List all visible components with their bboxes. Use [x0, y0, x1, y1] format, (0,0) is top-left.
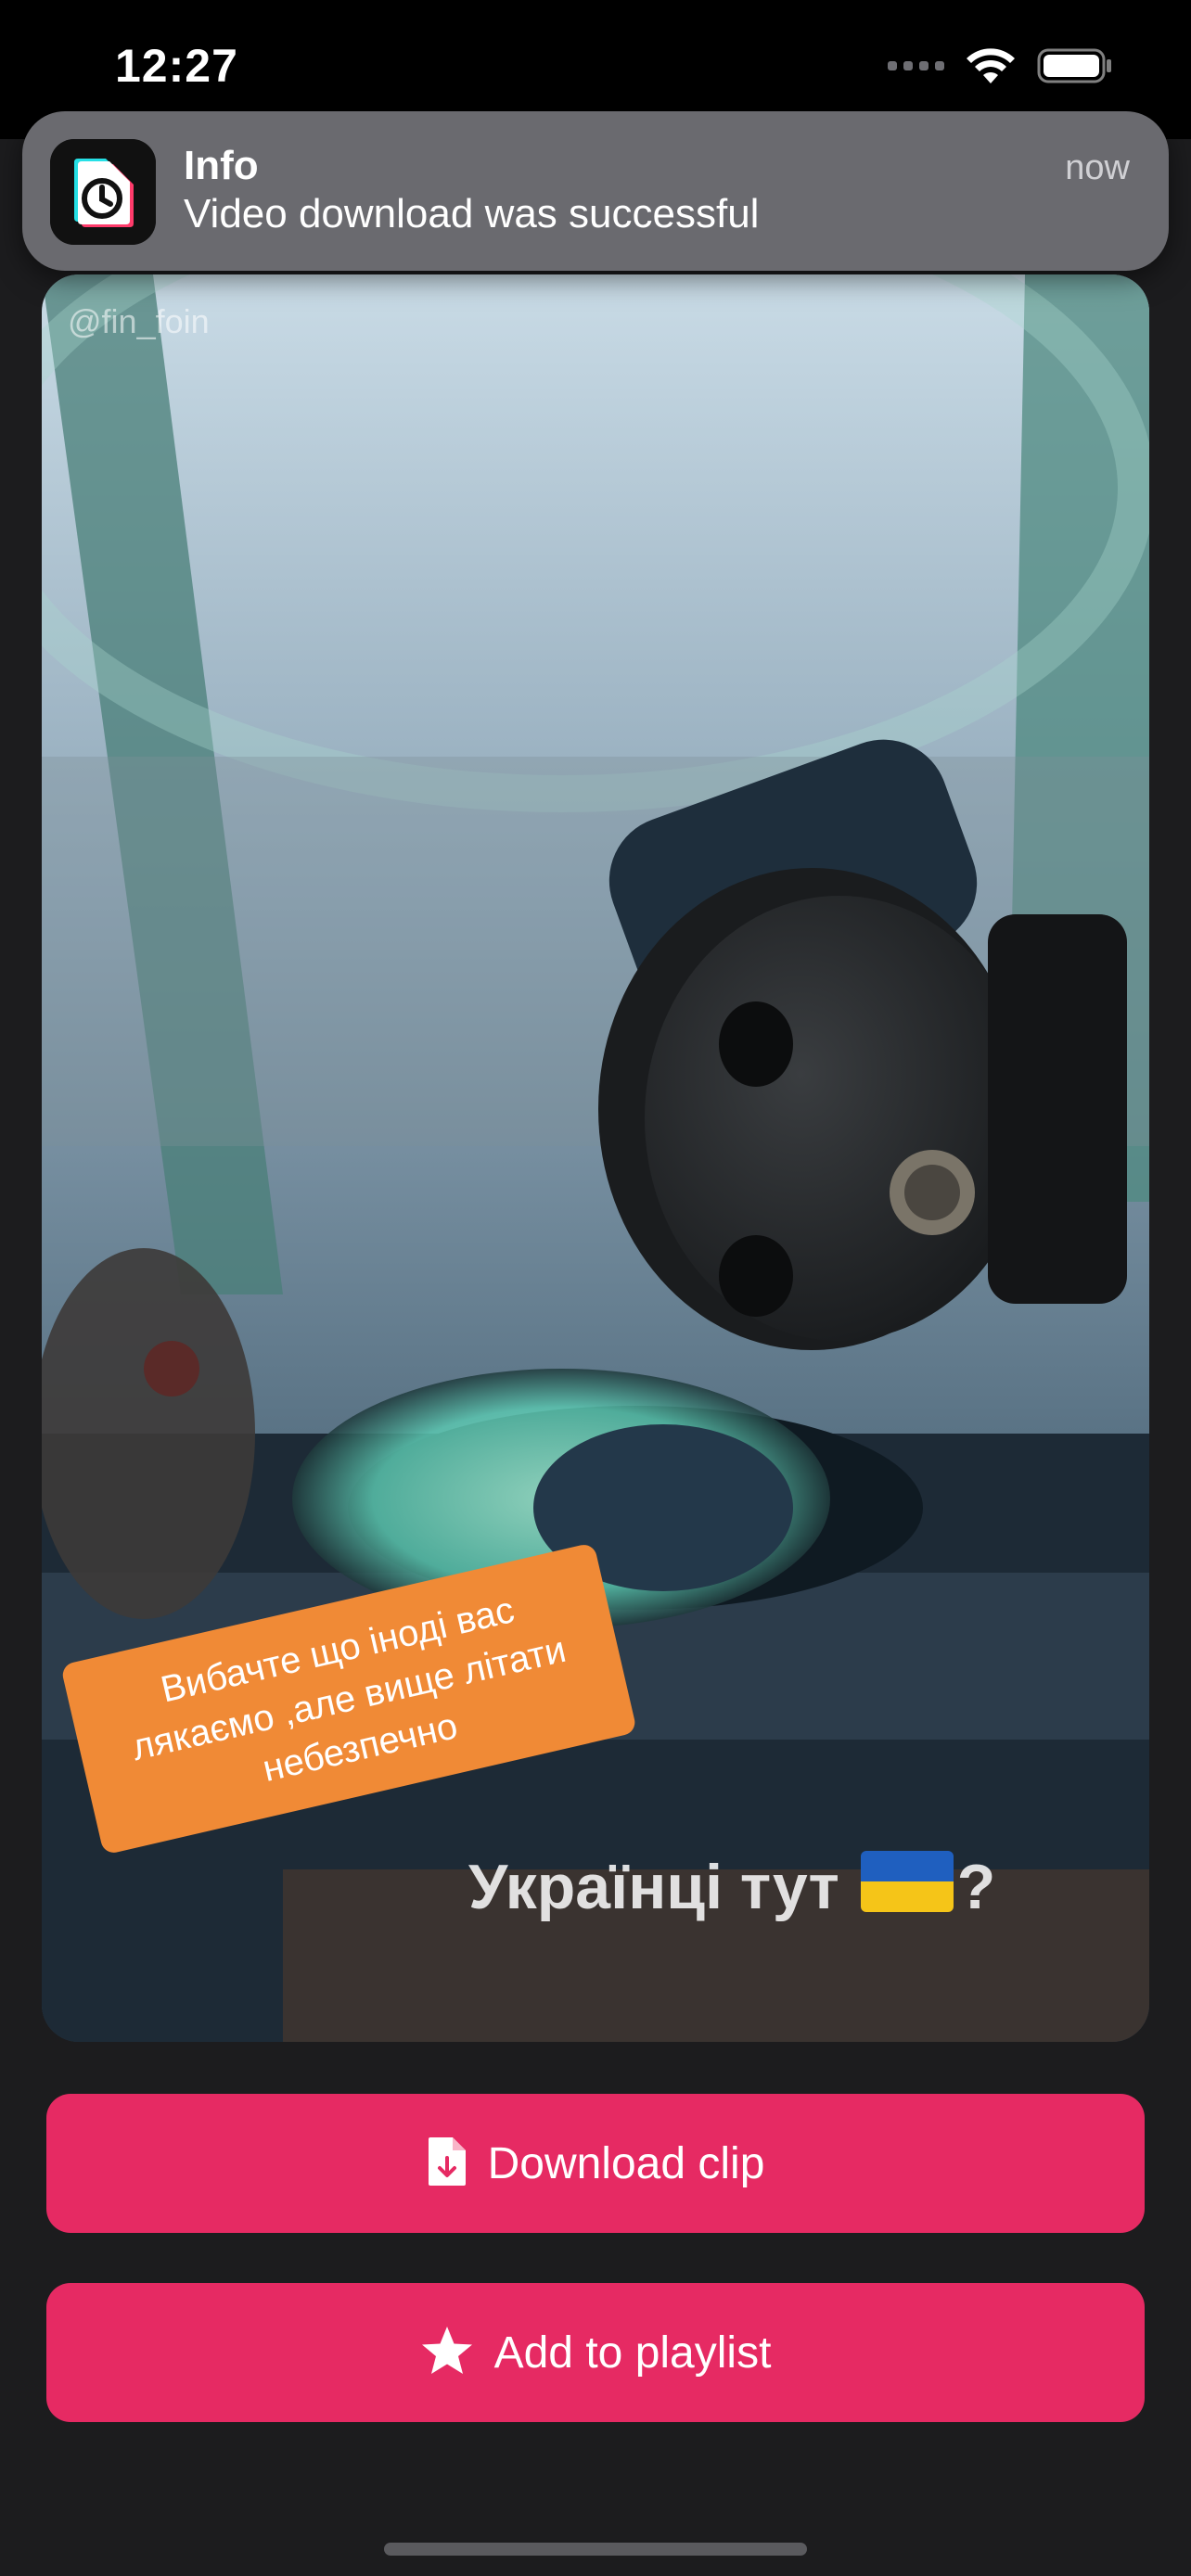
ukraine-flag-icon — [860, 1851, 954, 1912]
wifi-icon — [965, 46, 1017, 85]
home-indicator[interactable] — [384, 2543, 807, 2556]
overlay-suffix: ? — [956, 1852, 996, 1922]
status-time: 12:27 — [115, 40, 238, 92]
status-icons — [888, 46, 1113, 85]
star-icon — [420, 2325, 474, 2381]
app-logo-icon — [50, 139, 156, 245]
download-clip-button[interactable]: Download clip — [46, 2094, 1145, 2233]
battery-icon — [1037, 47, 1113, 84]
download-clip-label: Download clip — [487, 2138, 765, 2188]
notification-title: Info — [184, 143, 259, 188]
notification-banner[interactable]: Info Video download was successful now — [22, 111, 1169, 271]
notification-time: now — [1065, 148, 1130, 187]
cellular-signal-icon — [888, 61, 944, 70]
video-overlay-text: Українці тут ? — [468, 1851, 995, 1923]
file-download-icon — [427, 2136, 467, 2192]
video-watermark: @fin_foin — [68, 302, 210, 340]
app-screen: 12:27 @fin_foin Вибачте що іноді вас ляк… — [0, 0, 1191, 2576]
video-preview[interactable]: @fin_foin Вибачте що іноді вас лякаємо ,… — [42, 274, 1149, 2042]
add-to-playlist-button[interactable]: Add to playlist — [46, 2283, 1145, 2422]
notification-message: Video download was successful — [184, 191, 760, 236]
overlay-text: Українці тут — [468, 1852, 839, 1922]
add-to-playlist-label: Add to playlist — [493, 2327, 772, 2378]
